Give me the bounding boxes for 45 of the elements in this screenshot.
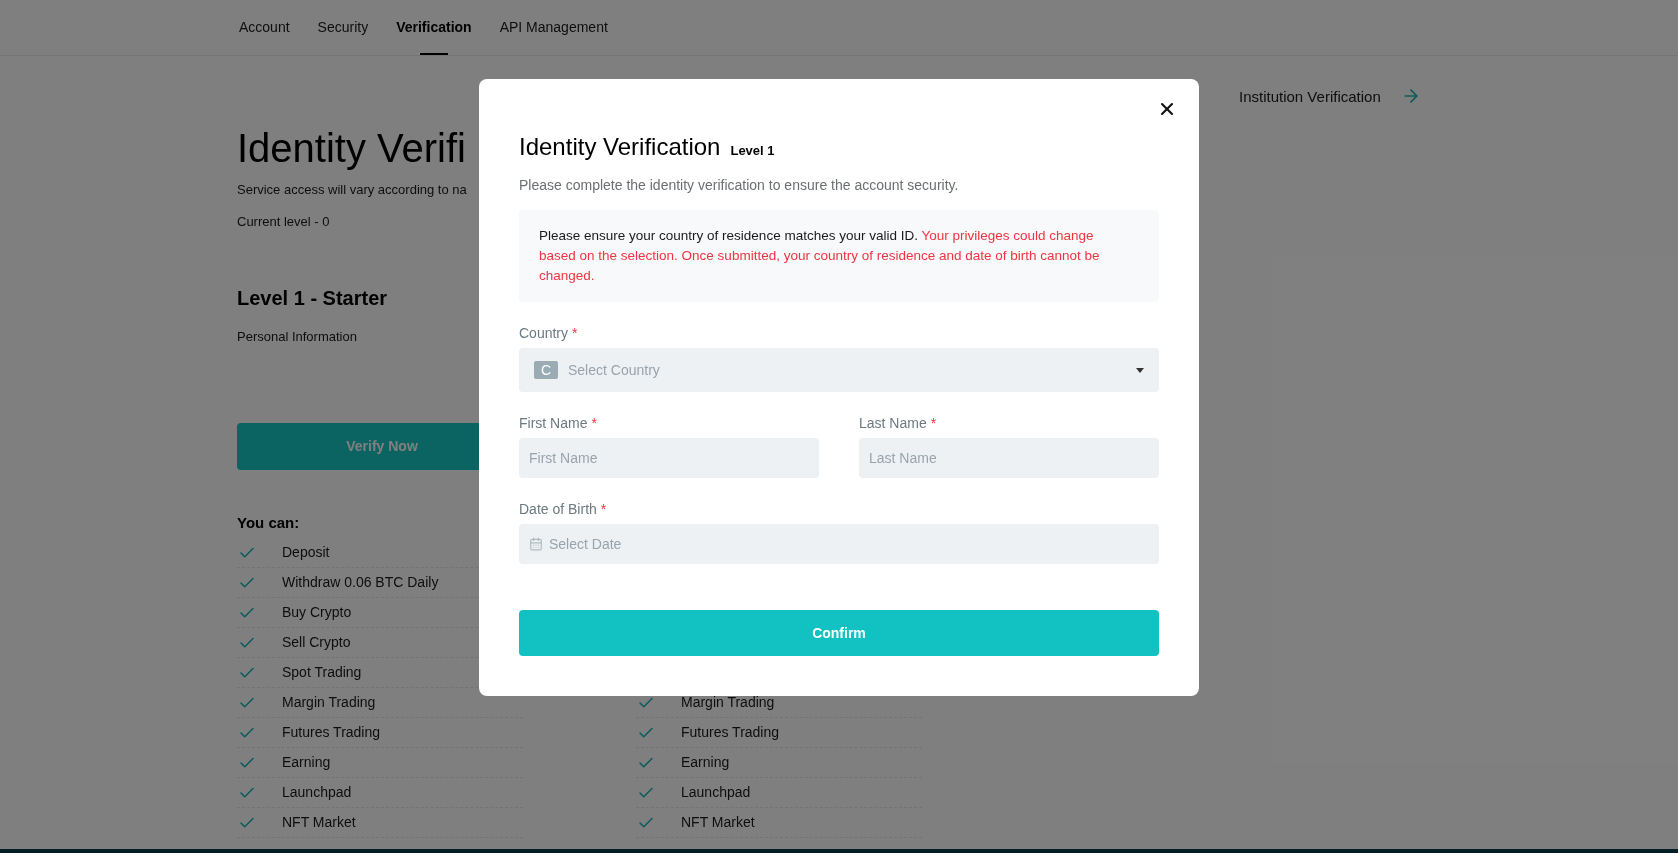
date-input[interactable]: Select Date xyxy=(549,533,1149,555)
country-input[interactable]: Select Country xyxy=(568,359,1136,381)
date-field[interactable]: Select Date xyxy=(519,524,1159,564)
level-title: Level 1 - Starter xyxy=(237,286,388,311)
feature-item: Margin Trading xyxy=(282,693,376,712)
nav-tab[interactable]: Verification xyxy=(396,0,472,55)
feature-item: Earning xyxy=(282,753,331,772)
required-mark: * xyxy=(572,325,578,341)
field-label: Date of Birth xyxy=(519,501,597,517)
nav-tab[interactable]: Security xyxy=(317,0,369,55)
required-mark: * xyxy=(930,415,937,431)
page-title: Identity Verifi xyxy=(237,125,466,172)
caret-icon xyxy=(1136,367,1144,373)
level-label: Level 1 xyxy=(730,142,775,160)
page-subtitle: Service access will vary according to na xyxy=(237,181,467,199)
feature-item: Futures Trading xyxy=(282,723,381,742)
level-subtitle: Personal Information xyxy=(237,328,357,346)
required-mark: * xyxy=(591,415,597,431)
you-can-heading: You can: xyxy=(237,512,300,533)
feature-item: Launchpad xyxy=(681,783,751,802)
feature-item: Withdraw 0.06 BTC Daily xyxy=(282,573,439,592)
text-field[interactable]: Last Name xyxy=(859,438,1159,478)
feature-item: NFT Market xyxy=(681,813,755,832)
feature-item: Sell Crypto xyxy=(282,633,351,652)
nav-tab[interactable]: API Management xyxy=(499,0,608,55)
institution-verification-link[interactable]: Institution Verification xyxy=(1239,86,1381,109)
feature-item: Buy Crypto xyxy=(282,603,352,622)
field-label: Last Name xyxy=(859,415,927,431)
feature-item: Deposit xyxy=(282,543,330,562)
nav-tab[interactable]: Account xyxy=(239,0,290,55)
notice-text: Please ensure your country of residence matches your valid ID. Your privileges could change based on the selection. Once submitted, your country of residence and date of birth cannot be changed. xyxy=(539,227,1101,285)
feature-item: Margin Trading xyxy=(681,693,775,712)
feature-item: Earning xyxy=(681,753,730,772)
feature-item: Futures Trading xyxy=(681,723,780,742)
country-badge: C xyxy=(534,361,558,379)
required-mark: * xyxy=(600,501,607,517)
feature-item: Launchpad xyxy=(282,783,352,802)
current-level: Current level - 0 xyxy=(237,212,330,231)
feature-item: Spot Trading xyxy=(282,663,362,682)
calendar-icon xyxy=(529,537,543,551)
text-field[interactable]: First Name xyxy=(519,438,819,478)
field-label: Country xyxy=(519,325,569,341)
feature-item: NFT Market xyxy=(282,813,356,832)
dialog-title: Identity Verification xyxy=(519,132,721,162)
dialog-description: Please complete the identity verification to ensure the account security. xyxy=(519,176,960,195)
